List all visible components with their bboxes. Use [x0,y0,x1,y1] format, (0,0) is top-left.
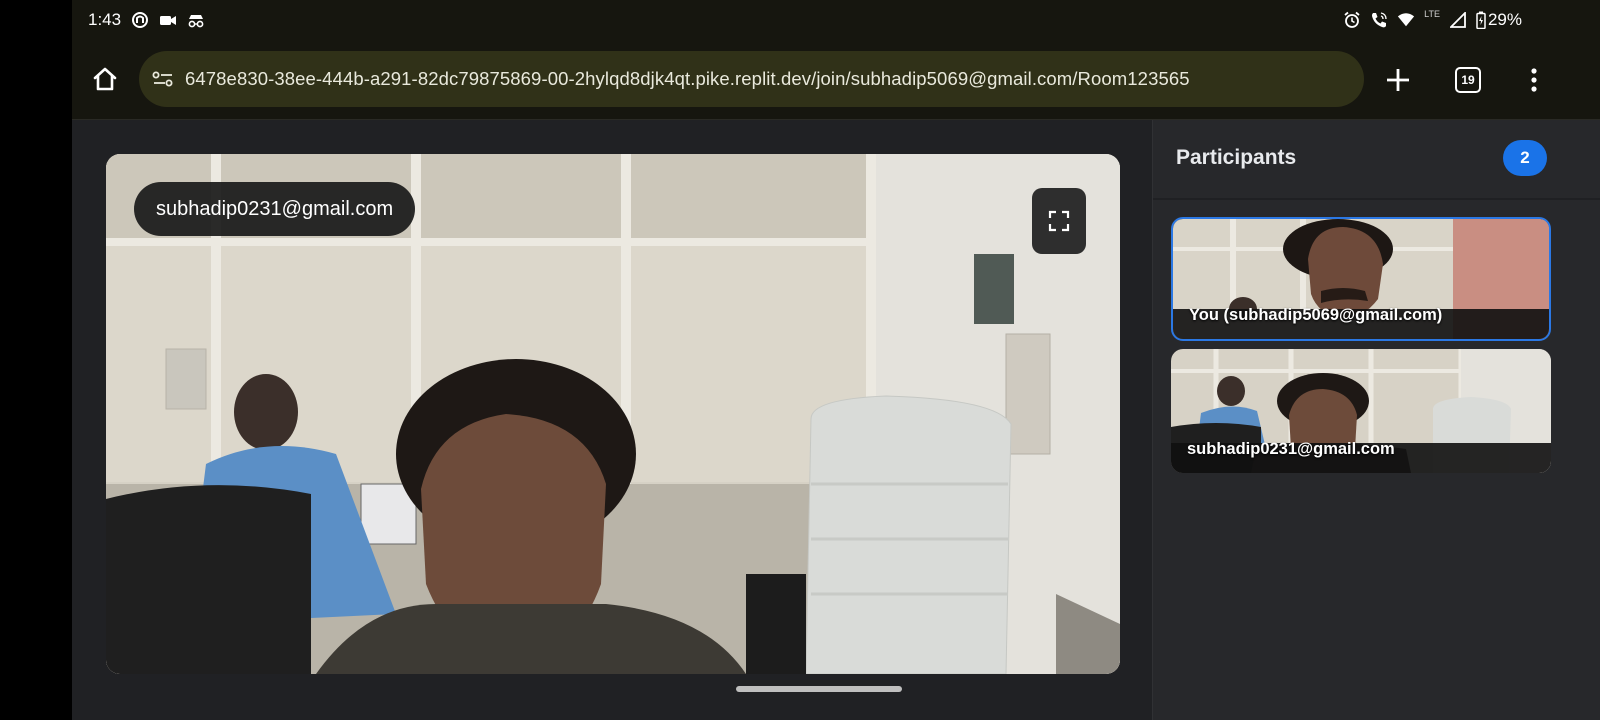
browser-toolbar: 6478e830-38ee-444b-a291-82dc79875869-00-… [72,40,1600,120]
participant-tile-self[interactable]: You (subhadip5069@gmail.com) [1171,217,1551,341]
tab-count: 19 [1455,67,1481,93]
participant-label-bar: You (subhadip5069@gmail.com) [1173,306,1549,339]
wifi-calling-icon [1370,11,1388,29]
battery-icon [1476,11,1486,29]
new-tab-button[interactable] [1380,62,1416,98]
video-camera-icon [159,11,177,29]
main-video-participant-label: subhadip0231@gmail.com [134,182,416,236]
participant-count-badge: 2 [1503,140,1547,176]
main-video[interactable]: subhadip0231@gmail.com [106,154,1120,674]
browser-menu-button[interactable] [1516,62,1552,98]
address-bar[interactable]: 6478e830-38ee-444b-a291-82dc79875869-00-… [139,51,1364,107]
participant-tile-remote[interactable]: subhadip0231@gmail.com [1171,349,1551,473]
cell-signal-icon [1449,11,1467,29]
participant-label-bar: subhadip0231@gmail.com [1171,440,1551,473]
site-settings-icon[interactable] [151,69,175,89]
battery-level: 29% [1487,10,1522,29]
incognito-icon [187,11,205,29]
participants-header: Participants 2 [1153,120,1600,200]
gesture-navigation-bar[interactable] [736,686,902,692]
fullscreen-button[interactable] [1032,188,1086,254]
alarm-icon [1343,11,1361,29]
home-icon [93,67,117,91]
url-text[interactable]: 6478e830-38ee-444b-a291-82dc79875869-00-… [185,68,1190,90]
status-time: 1:43 [88,10,122,29]
participants-panel: Participants 2 You (subhadip5069@gmail.c… [1152,120,1600,720]
web-content: subhadip0231@gmail.com Participants 2 Yo… [72,120,1600,720]
fullscreen-icon [1048,210,1070,232]
home-button[interactable] [88,62,122,96]
network-type: LTE [1424,9,1440,19]
tab-switcher-button[interactable]: 19 [1450,62,1486,98]
wifi-icon [1397,11,1415,29]
more-vert-icon [1531,68,1537,92]
participants-title: Participants [1176,146,1297,169]
participant-name: subhadip0231@gmail.com [1187,440,1395,458]
plus-icon [1387,69,1409,91]
status-bar: 1:43 LTE 29% [72,0,1600,40]
sync-icon [131,11,149,29]
screen-edge [0,0,72,720]
participant-name: You (subhadip5069@gmail.com) [1189,306,1443,324]
